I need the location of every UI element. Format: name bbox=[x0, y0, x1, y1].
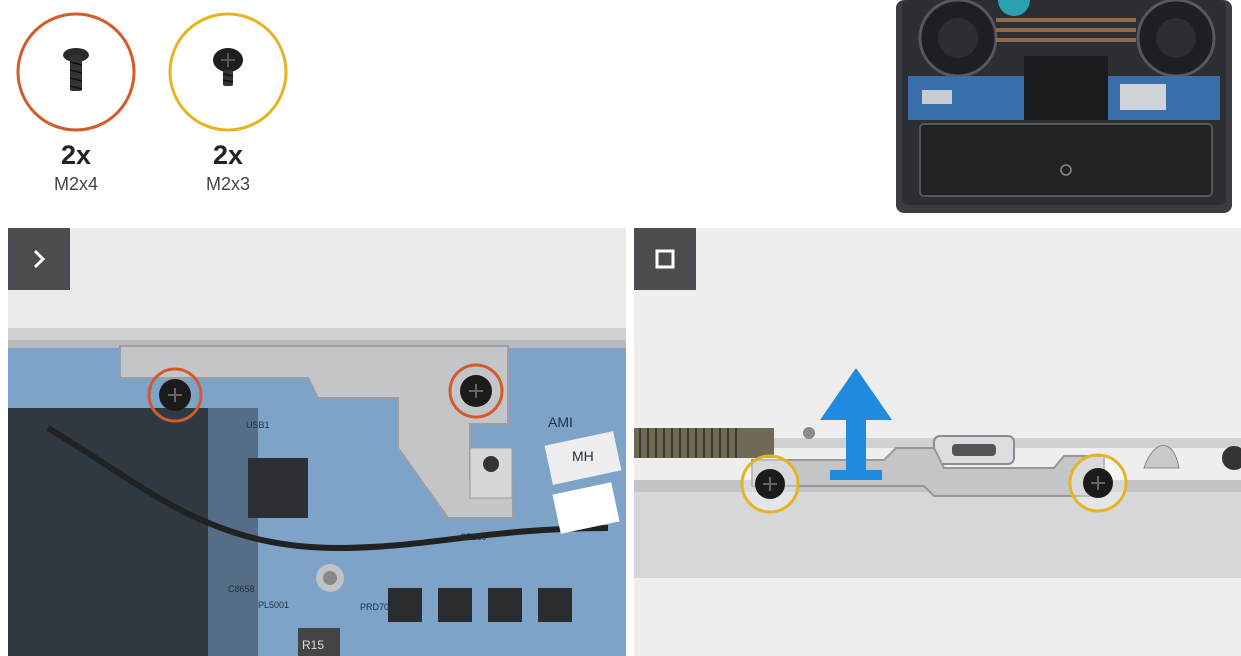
board-label: PL5001 bbox=[258, 600, 290, 610]
board-label: PRD702 bbox=[360, 602, 395, 612]
screw-badge-m2x4 bbox=[14, 10, 138, 139]
laptop-overview-image bbox=[896, 0, 1232, 213]
step-1-marker-overlay bbox=[8, 228, 70, 290]
board-label: USB1 bbox=[246, 420, 270, 430]
board-label: MH bbox=[572, 448, 594, 464]
step-2-panel bbox=[634, 228, 1241, 656]
board-label: C7180 bbox=[460, 532, 487, 542]
board-label: AMI bbox=[548, 414, 573, 430]
board-label: C8658 bbox=[228, 584, 255, 594]
step-2-illustration bbox=[634, 228, 1241, 656]
screw-quantity-m2x4: 2x bbox=[60, 140, 92, 170]
board-label-list: USB1 C7180 AMI MH PL5001 R15 PRD702 C865… bbox=[8, 228, 626, 656]
screw-quantity-m2x3: 2x bbox=[212, 140, 244, 170]
step-1-panel: USB1 C7180 AMI MH PL5001 R15 PRD702 C865… bbox=[8, 228, 626, 656]
square-icon bbox=[655, 249, 675, 269]
chevron-right-icon bbox=[33, 249, 46, 269]
board-label: R15 bbox=[302, 638, 325, 652]
screw-m2x3-icon bbox=[168, 12, 288, 132]
screw-size-m2x4: M2x4 bbox=[53, 174, 98, 194]
screw-badge-m2x3 bbox=[166, 10, 290, 139]
screw-size-m2x3: M2x3 bbox=[205, 174, 250, 194]
screw-m2x4-icon bbox=[16, 12, 136, 132]
step-2-marker bbox=[634, 228, 696, 290]
